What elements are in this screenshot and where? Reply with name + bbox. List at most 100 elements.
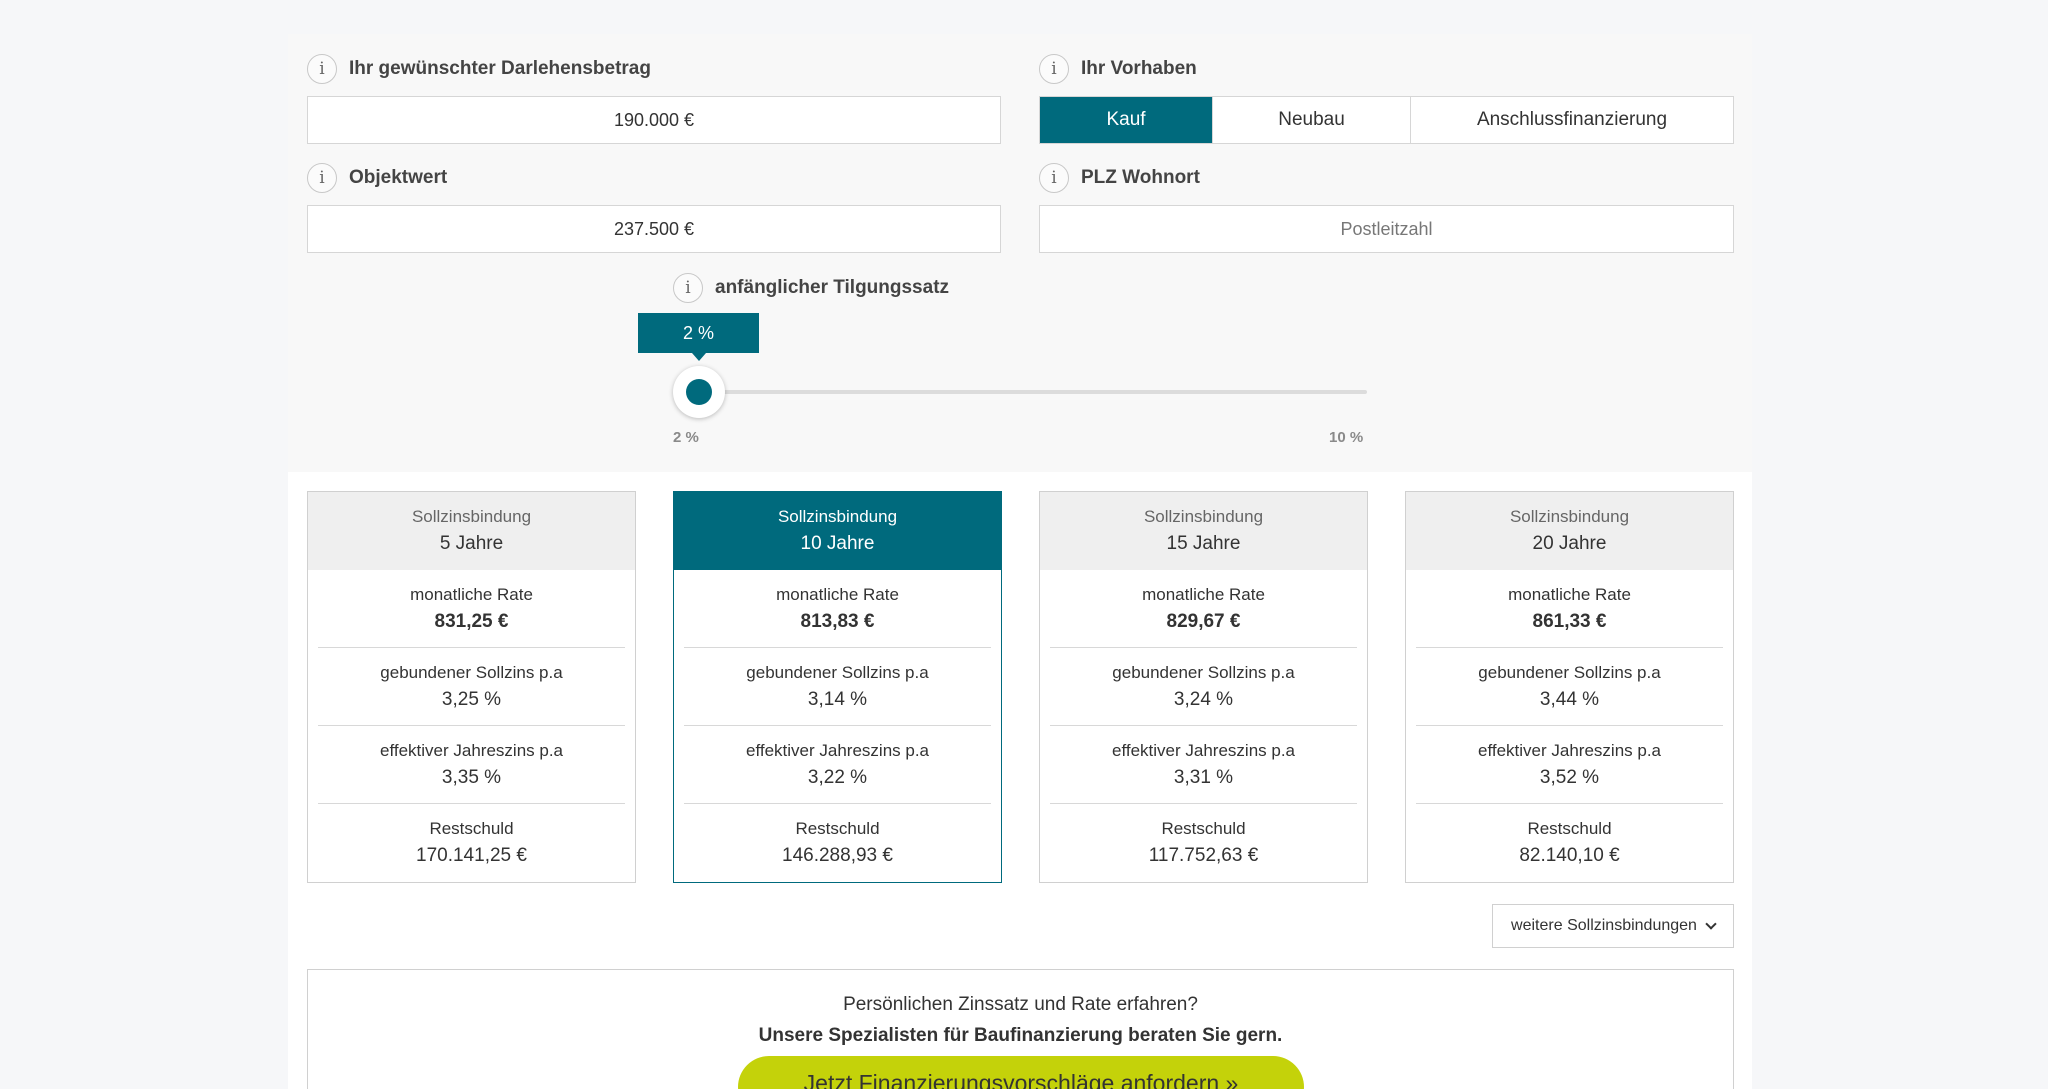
offer-rate-row: monatliche Rate 831,25 €	[318, 570, 625, 648]
info-icon[interactable]: i	[307, 54, 337, 84]
offer-effective-label: effektiver Jahreszins p.a	[1112, 740, 1295, 760]
info-icon[interactable]: i	[673, 273, 703, 303]
offer-interest-row: gebundener Sollzins p.a 3,25 %	[318, 648, 625, 726]
offer-interest-value: 3,24 %	[1173, 688, 1234, 710]
offer-card-header: Sollzinsbindung 20 Jahre	[1406, 492, 1733, 570]
offer-effective-value: 3,31 %	[1173, 766, 1234, 788]
slider-dot	[686, 379, 712, 405]
offer-card-header: Sollzinsbindung 15 Jahre	[1040, 492, 1367, 570]
offer-interest-row: gebundener Sollzins p.a 3,24 %	[1050, 648, 1357, 726]
offer-head-label: Sollzinsbindung	[777, 507, 898, 526]
offer-head-label: Sollzinsbindung	[411, 507, 532, 526]
offer-card-15-years[interactable]: Sollzinsbindung 15 Jahre monatliche Rate…	[1039, 491, 1368, 883]
purpose-option-kauf[interactable]: Kauf	[1040, 97, 1213, 143]
offer-effective-row: effektiver Jahreszins p.a 3,31 %	[1050, 726, 1357, 804]
offer-interest-label: gebundener Sollzins p.a	[380, 662, 563, 682]
offer-effective-row: effektiver Jahreszins p.a 3,52 %	[1416, 726, 1723, 804]
offer-interest-value: 3,25 %	[441, 688, 502, 710]
offer-term: 5 Jahre	[439, 533, 504, 554]
offer-interest-label: gebundener Sollzins p.a	[1478, 662, 1661, 682]
cta-box: Persönlichen Zinssatz und Rate erfahren?…	[307, 969, 1734, 1089]
offer-remaining-label: Restschuld	[429, 819, 514, 838]
offer-term: 20 Jahre	[1532, 533, 1607, 554]
repayment-max-label: 10 %	[1329, 429, 1364, 446]
purpose-label: Ihr Vorhaben	[1081, 58, 1197, 79]
offer-rate-value: 829,67 €	[1166, 610, 1241, 632]
more-terms-label: weitere Sollzinsbindungen	[1511, 917, 1697, 934]
postal-code-input[interactable]: Postleitzahl	[1039, 205, 1734, 253]
cta-subline: Unsere Spezialisten für Baufinanzierung …	[758, 1025, 1283, 1046]
info-icon[interactable]: i	[1039, 163, 1069, 193]
offer-rate-value: 861,33 €	[1532, 610, 1607, 632]
purpose-label-group: i Ihr Vorhaben	[1039, 54, 1197, 84]
repayment-slider-track[interactable]	[699, 390, 1367, 394]
loan-amount-input[interactable]: 190.000 €	[307, 96, 1001, 144]
offer-rate-value: 813,83 €	[800, 610, 875, 632]
purpose-option-neubau[interactable]: Neubau	[1213, 97, 1411, 143]
offer-term: 15 Jahre	[1166, 533, 1241, 554]
offer-interest-label: gebundener Sollzins p.a	[1112, 662, 1295, 682]
offer-effective-value: 3,35 %	[441, 766, 502, 788]
offer-remaining-row: Restschuld 117.752,63 €	[1050, 804, 1357, 882]
offer-rate-label: monatliche Rate	[1142, 584, 1265, 604]
postal-code-label: PLZ Wohnort	[1081, 167, 1200, 188]
offer-rate-row: monatliche Rate 861,33 €	[1416, 570, 1723, 648]
offer-effective-label: effektiver Jahreszins p.a	[746, 740, 929, 760]
repayment-label-group: i anfänglicher Tilgungssatz	[673, 273, 949, 303]
offer-interest-value: 3,44 %	[1539, 688, 1600, 710]
request-offers-button[interactable]: Jetzt Finanzierungsvorschläge anfordern …	[738, 1056, 1304, 1089]
offer-head-label: Sollzinsbindung	[1509, 507, 1630, 526]
offer-interest-label: gebundener Sollzins p.a	[746, 662, 929, 682]
offer-interest-value: 3,14 %	[807, 688, 868, 710]
offer-effective-value: 3,52 %	[1539, 766, 1600, 788]
offer-remaining-label: Restschuld	[795, 819, 880, 838]
repayment-label: anfänglicher Tilgungssatz	[715, 277, 950, 298]
loan-amount-value: 190.000 €	[613, 109, 695, 130]
offer-rate-label: monatliche Rate	[1508, 584, 1631, 604]
loan-amount-label-group: i Ihr gewünschter Darlehensbetrag	[307, 54, 651, 84]
postal-code-placeholder: Postleitzahl	[1340, 218, 1433, 239]
offer-effective-value: 3,22 %	[807, 766, 868, 788]
offer-head-label: Sollzinsbindung	[1143, 507, 1264, 526]
repayment-value-tooltip: 2 %	[638, 313, 759, 361]
repayment-slider-handle[interactable]	[673, 366, 725, 418]
offer-term: 10 Jahre	[800, 533, 875, 554]
offer-rate-row: monatliche Rate 829,67 €	[1050, 570, 1357, 648]
offer-card-5-years[interactable]: Sollzinsbindung 5 Jahre monatliche Rate …	[307, 491, 636, 883]
offer-effective-row: effektiver Jahreszins p.a 3,22 %	[684, 726, 991, 804]
offer-remaining-value: 82.140,10 €	[1519, 845, 1620, 866]
offer-rate-value: 831,25 €	[434, 610, 509, 632]
property-value-input[interactable]: 237.500 €	[307, 205, 1001, 253]
offer-remaining-label: Restschuld	[1161, 819, 1246, 838]
more-terms-dropdown[interactable]: weitere Sollzinsbindungen	[1492, 904, 1734, 948]
offer-card-20-years[interactable]: Sollzinsbindung 20 Jahre monatliche Rate…	[1405, 491, 1734, 883]
property-value-label-group: i Objektwert	[307, 163, 447, 193]
offer-card-10-years[interactable]: Sollzinsbindung 10 Jahre monatliche Rate…	[673, 491, 1002, 883]
offer-remaining-value: 117.752,63 €	[1148, 845, 1259, 866]
offer-rate-label: monatliche Rate	[410, 584, 533, 604]
cta-question: Persönlichen Zinssatz und Rate erfahren?	[843, 994, 1198, 1015]
offer-remaining-row: Restschuld 170.141,25 €	[318, 804, 625, 882]
chevron-down-icon	[1705, 918, 1717, 930]
offer-card-header: Sollzinsbindung 10 Jahre	[674, 492, 1001, 570]
offer-remaining-row: Restschuld 82.140,10 €	[1416, 804, 1723, 882]
repayment-min-label: 2 %	[673, 429, 699, 446]
info-icon[interactable]: i	[1039, 54, 1069, 84]
offer-card-header: Sollzinsbindung 5 Jahre	[308, 492, 635, 570]
info-icon[interactable]: i	[307, 163, 337, 193]
offer-remaining-value: 170.141,25 €	[416, 845, 527, 866]
offer-remaining-row: Restschuld 146.288,93 €	[684, 804, 991, 882]
property-value-label: Objektwert	[349, 167, 448, 188]
request-offers-label: Jetzt Finanzierungsvorschläge anfordern …	[803, 1070, 1239, 1089]
purpose-segmented-control: Kauf Neubau Anschlussfinanzierung	[1039, 96, 1734, 144]
offer-effective-label: effektiver Jahreszins p.a	[380, 740, 563, 760]
offer-rate-label: monatliche Rate	[776, 584, 899, 604]
offer-remaining-label: Restschuld	[1527, 819, 1612, 838]
offer-rate-row: monatliche Rate 813,83 €	[684, 570, 991, 648]
offer-effective-label: effektiver Jahreszins p.a	[1478, 740, 1661, 760]
purpose-option-anschlussfinanzierung[interactable]: Anschlussfinanzierung	[1411, 97, 1733, 143]
postal-code-label-group: i PLZ Wohnort	[1039, 163, 1200, 193]
loan-amount-label: Ihr gewünschter Darlehensbetrag	[349, 58, 651, 79]
property-value-value: 237.500 €	[613, 218, 695, 239]
offer-remaining-value: 146.288,93 €	[782, 845, 893, 866]
